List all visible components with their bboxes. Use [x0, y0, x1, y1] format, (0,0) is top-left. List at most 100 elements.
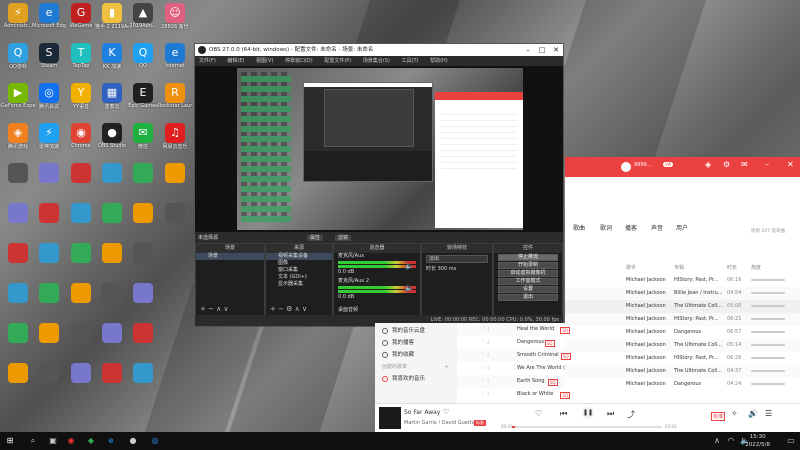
settings-icon[interactable]: ⚙	[723, 160, 730, 169]
transition-duration[interactable]: 时长 300 ms	[422, 265, 492, 273]
table-row[interactable]: ♡ ⤓ Black or White SQ	[457, 388, 571, 401]
desktop-icon[interactable]	[3, 163, 33, 199]
menu-docks[interactable]: 停靠窗口(D)	[285, 58, 313, 64]
row-artist[interactable]: Michael Jackson	[626, 300, 672, 313]
wifi-icon[interactable]: ◠	[726, 436, 736, 446]
sidebar-item-cloud[interactable]: 我的音乐云盘	[375, 325, 457, 337]
desktop-icon[interactable]: e Microsoft Edge	[32, 3, 66, 39]
desktop-icon[interactable]	[97, 163, 127, 199]
like-icon[interactable]: ♡	[443, 408, 449, 416]
tab-voice[interactable]: 声音	[651, 223, 663, 232]
desktop-icon[interactable]	[66, 323, 96, 359]
menu-tools[interactable]: 工具(T)	[402, 58, 419, 64]
desktop-icon[interactable]	[97, 283, 127, 319]
properties-button[interactable]: 属性	[307, 235, 324, 241]
table-row[interactable]: ♡ ⤓ Smooth Criminal SQ	[457, 349, 571, 362]
desktop-icon[interactable]: RRockstar Launcher	[158, 83, 192, 119]
desktop-icon[interactable]: ◈ 腾讯游戏	[3, 123, 33, 159]
desktop-icon[interactable]: ⚡ Administr...	[3, 3, 33, 39]
edge-taskbar-icon[interactable]: e	[106, 436, 116, 446]
desktop-icon[interactable]: Y YY语音	[66, 83, 96, 119]
mail-icon[interactable]: ✉	[741, 160, 748, 169]
desktop-icon[interactable]: ◉ Chrome	[66, 123, 96, 159]
table-row[interactable]: ♡ ⤓ Heal the World SQ	[457, 323, 571, 336]
row-like-icon[interactable]: ♡ ⤓	[481, 375, 489, 388]
desktop-icon[interactable]	[34, 323, 64, 359]
scene-item[interactable]: 场景	[196, 253, 264, 260]
desktop-icon[interactable]: ▶GeForce Experience	[1, 83, 35, 119]
scene-add-remove-icons[interactable]: + − ∧ ∨	[200, 305, 229, 313]
desktop-icon[interactable]: Q QQ	[128, 43, 158, 79]
menu-file[interactable]: 文件(F)	[199, 58, 216, 64]
minimize-icon[interactable]: –	[521, 44, 535, 56]
menu-scene-collection[interactable]: 场景集合(S)	[363, 58, 390, 64]
row-album[interactable]: The Ultimate Coll...	[674, 300, 724, 313]
start-icon[interactable]: ⊞	[5, 436, 15, 446]
volume-icon[interactable]: 🔈	[405, 284, 414, 292]
desktop-icon[interactable]	[160, 163, 190, 199]
row-artist[interactable]: Michael Jackson	[626, 287, 672, 300]
table-row[interactable]: ♡ ⤓ We Are The World (Demo)	[457, 362, 565, 375]
table-row[interactable]: Michael Jackson The Ultimate Coll... 05:00	[565, 300, 800, 313]
desktop-icon[interactable]	[128, 323, 158, 359]
previous-icon[interactable]: ⏮	[560, 409, 567, 419]
obs-preview[interactable]	[195, 66, 563, 232]
exit-button[interactable]: 退出	[498, 294, 558, 301]
row-artist[interactable]: Michael Jackson	[626, 365, 672, 378]
netease-taskbar-icon[interactable]: ◉	[66, 436, 76, 446]
desktop-icon[interactable]: ✉ 微信	[128, 123, 158, 159]
clock[interactable]: 15:30 2022/5/8	[745, 433, 770, 449]
source-item[interactable]: 窗口采集	[266, 267, 332, 274]
start-recording-button[interactable]: 开始录制	[498, 262, 558, 269]
start-virtual-camera-button[interactable]: 启动虚拟摄像机	[498, 270, 558, 277]
obs-title-bar[interactable]: OBS 27.0.0 (64-bit, windows) - 配置文件: 未命名…	[195, 44, 563, 56]
row-album[interactable]: The Ultimate Coll...	[674, 339, 724, 352]
desktop-icon[interactable]: Q QQ游戏	[3, 43, 33, 79]
wechat-taskbar-icon[interactable]: ◆	[86, 436, 96, 446]
settings-button[interactable]: 设置	[498, 286, 558, 293]
menu-view[interactable]: 视图(V)	[256, 58, 273, 64]
table-row[interactable]: Michael Jackson Dangerous 04:24	[565, 378, 800, 391]
row-title[interactable]: Earth Song	[517, 375, 565, 388]
table-row[interactable]: Michael Jackson HIStory: Past, Pr... 06:16	[565, 274, 800, 287]
share-icon[interactable]: ⤴	[627, 409, 635, 420]
desktop-icon[interactable]	[128, 203, 158, 239]
theme-icon[interactable]: ◈	[705, 160, 711, 169]
desktop-icon[interactable]: T TapTap	[66, 43, 96, 79]
desktop-icon[interactable]	[128, 283, 158, 319]
desktop-icon[interactable]	[97, 363, 127, 399]
now-playing-title[interactable]: So Far Away	[404, 409, 440, 416]
source-item[interactable]: 文本 (GDI+)	[266, 274, 332, 281]
row-album[interactable]: HIStory: Past, Pr...	[674, 352, 724, 365]
quality-badge[interactable]: 标准	[474, 420, 486, 426]
desktop-icon[interactable]	[3, 363, 33, 399]
desktop-icon[interactable]: ● OBS Studio	[97, 123, 127, 159]
pause-icon[interactable]: ❚❚	[582, 407, 594, 419]
row-album[interactable]: Dangerous	[674, 326, 724, 339]
studio-mode-button[interactable]: 工作室模式	[498, 278, 558, 285]
desktop-icon[interactable]	[66, 163, 96, 199]
row-like-icon[interactable]: ♡ ⤓	[481, 323, 489, 336]
task-view-icon[interactable]: ▣	[48, 436, 58, 446]
row-album[interactable]: Dangerous	[674, 378, 724, 391]
maximize-icon[interactable]: □	[535, 44, 549, 56]
row-album[interactable]: The Ultimate Coll...	[674, 365, 724, 378]
tab-podcasts[interactable]: 播客	[625, 223, 637, 232]
progress-bar[interactable]	[512, 426, 662, 428]
table-row[interactable]: Michael Jackson The Ultimate Coll... 05:14	[565, 339, 800, 352]
desktop-icon[interactable]	[3, 283, 33, 319]
desktop-icon[interactable]	[66, 363, 96, 399]
row-like-icon[interactable]: ♡ ⤓	[481, 362, 489, 375]
close-icon[interactable]: ✕	[549, 44, 563, 56]
row-artist[interactable]: Michael Jackson	[626, 274, 672, 287]
desktop-icon[interactable]	[34, 283, 64, 319]
desktop-icon[interactable]	[3, 323, 33, 359]
sidebar-item-liked[interactable]: 我喜欢的音乐	[375, 373, 457, 385]
add-playlist-icon[interactable]: +	[445, 361, 449, 373]
tab-users[interactable]: 用户	[676, 223, 688, 232]
row-artist[interactable]: Michael Jackson	[626, 352, 672, 365]
sidebar-item-podcast[interactable]: 我的播客	[375, 337, 457, 349]
search-icon[interactable]: ⌕	[28, 436, 38, 446]
row-artist[interactable]: Michael Jackson	[626, 313, 672, 326]
desktop-icon[interactable]	[128, 243, 158, 279]
